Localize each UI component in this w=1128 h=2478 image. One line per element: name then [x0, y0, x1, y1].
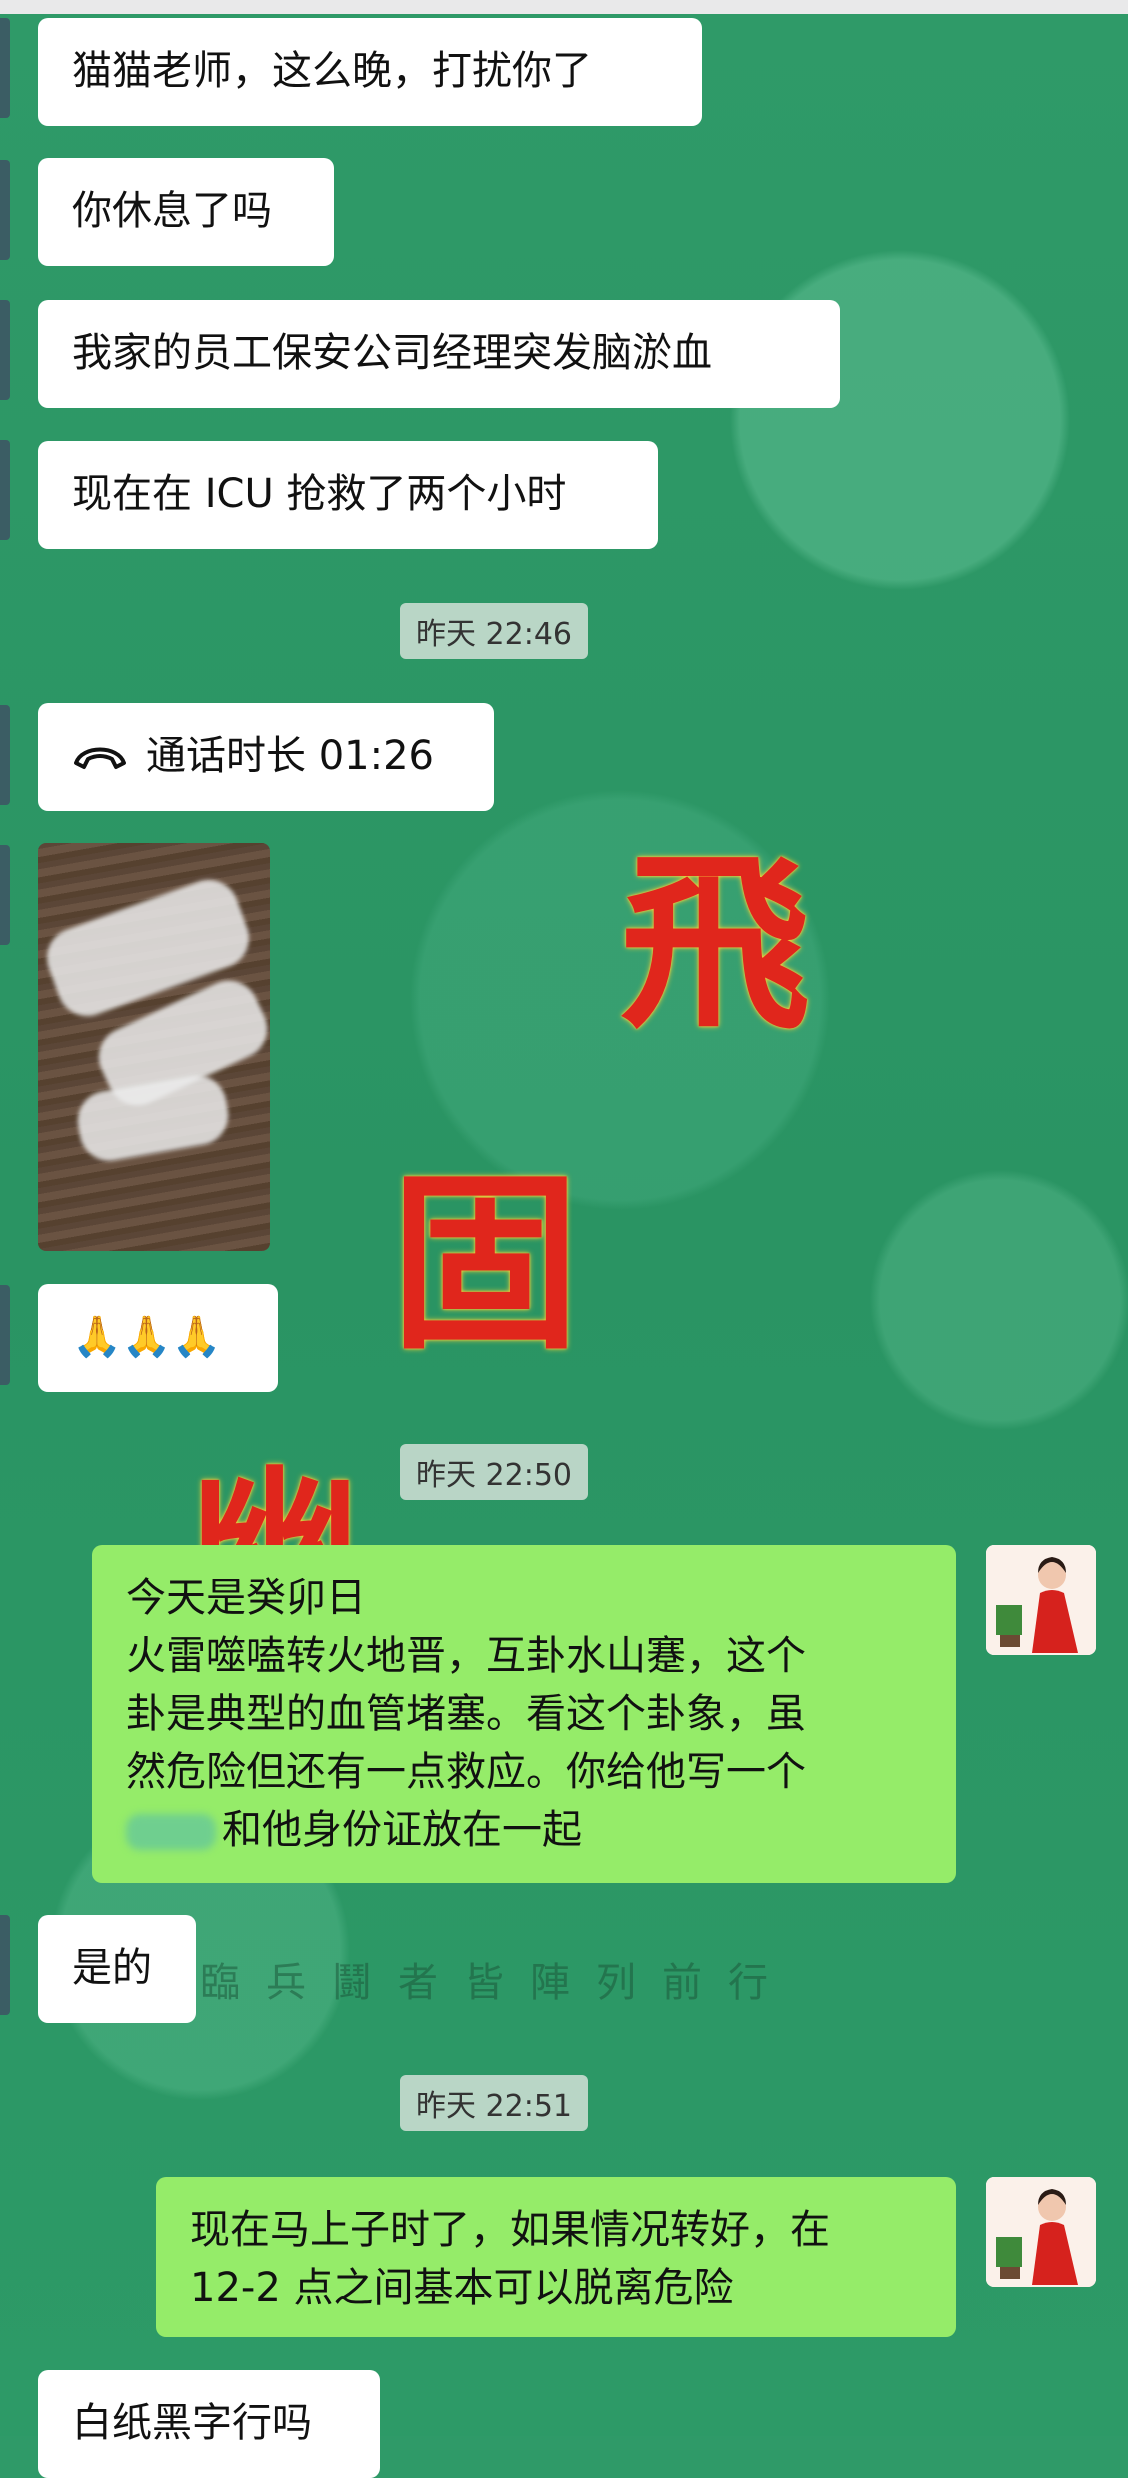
incoming-message[interactable]: 猫猫老师，这么晚，打扰你了	[38, 18, 702, 126]
message-line: 卦是典型的血管堵塞。看这个卦象，虽	[126, 1691, 806, 1737]
message-line: 今天是癸卯日	[126, 1575, 366, 1621]
message-timestamp: 昨天 22:46	[400, 603, 588, 659]
redacted-text	[126, 1814, 216, 1850]
incoming-message[interactable]: 是的	[38, 1915, 196, 2023]
sender-avatar[interactable]	[0, 18, 10, 118]
scribble-mark	[73, 1070, 233, 1166]
incoming-message[interactable]: 我家的员工保安公司经理突发脑淤血	[38, 300, 840, 408]
user-avatar[interactable]	[986, 1545, 1096, 1655]
sender-avatar[interactable]	[0, 300, 10, 400]
incoming-message[interactable]: 白纸黑字行吗	[38, 2370, 380, 2478]
status-bar-edge	[0, 0, 1128, 14]
incoming-message[interactable]: 🙏🙏🙏	[38, 1284, 278, 1392]
sender-avatar[interactable]	[0, 440, 10, 540]
incoming-message[interactable]: 现在在 ICU 抢救了两个小时	[38, 441, 658, 549]
wallpaper-text: 臨兵鬪者皆陣列前行	[200, 1960, 794, 2006]
incoming-message[interactable]: 你休息了吗	[38, 158, 334, 266]
sender-avatar[interactable]	[0, 1915, 10, 2015]
outgoing-message[interactable]: 现在马上子时了，如果情况转好，在 12-2 点之间基本可以脱离危险	[156, 2177, 956, 2337]
message-line: 火雷噬嗑转火地晋，互卦水山蹇，这个	[126, 1633, 806, 1679]
message-line: 然危险但还有一点救应。你给他写一个	[126, 1749, 806, 1795]
sender-avatar[interactable]	[0, 705, 10, 805]
avatar-image	[986, 2177, 1096, 2287]
message-timestamp: 昨天 22:50	[400, 1444, 588, 1500]
outgoing-message[interactable]: 今天是癸卯日 火雷噬嗑转火地晋，互卦水山蹇，这个 卦是典型的血管堵塞。看这个卦象…	[92, 1545, 956, 1883]
message-line-text: 和他身份证放在一起	[222, 1807, 582, 1853]
message-line: 12-2 点之间基本可以脱离危险	[190, 2265, 734, 2311]
call-duration-text: 通话时长 01:26	[146, 733, 434, 779]
message-timestamp: 昨天 22:51	[400, 2075, 588, 2131]
user-avatar[interactable]	[986, 2177, 1096, 2287]
message-line: 现在马上子时了，如果情况转好，在	[190, 2207, 830, 2253]
phone-hangup-icon	[72, 729, 128, 787]
message-line: 和他身份证放在一起	[126, 1801, 922, 1859]
avatar-image	[986, 1545, 1096, 1655]
image-message[interactable]	[38, 843, 270, 1251]
voice-call-record[interactable]: 通话时长 01:26	[38, 703, 494, 811]
sender-avatar[interactable]	[0, 1285, 10, 1385]
sender-avatar[interactable]	[0, 845, 10, 945]
sender-avatar[interactable]	[0, 160, 10, 260]
